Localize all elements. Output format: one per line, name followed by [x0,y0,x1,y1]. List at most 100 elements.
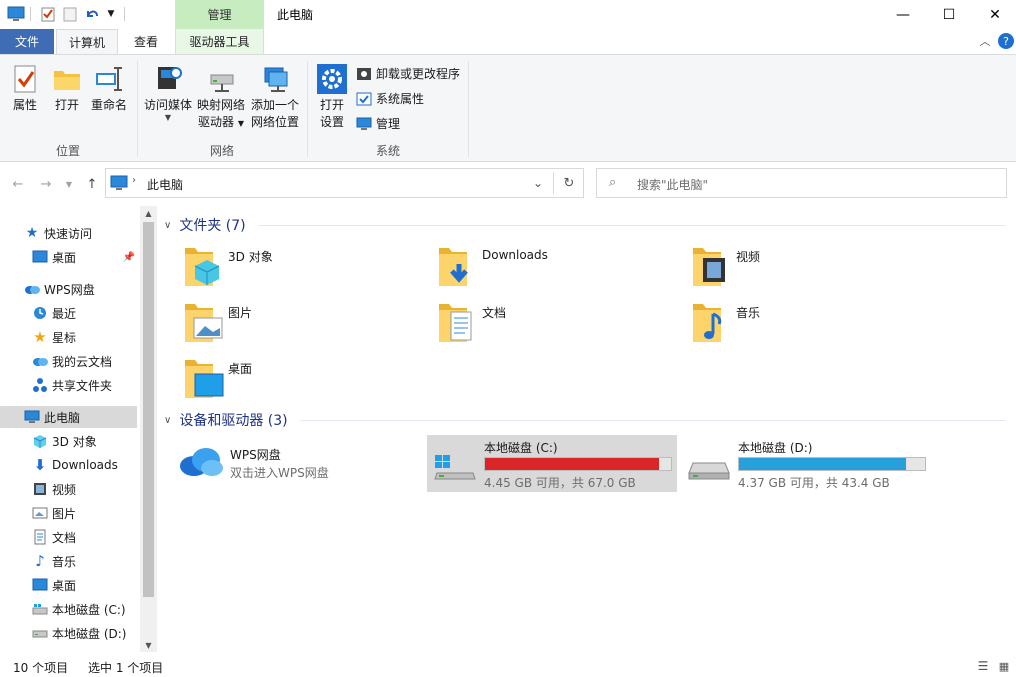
nav-label: 共享文件夹 [52,378,113,393]
open-settings-label-2: 设置 [319,115,344,129]
nav-downloads[interactable]: ⬇ Downloads [0,454,137,476]
folder-documents[interactable]: 文档 [437,298,677,350]
manage-label: 管理 [376,117,401,131]
nav-label: 图片 [52,506,77,521]
window-title: 此电脑 [277,8,314,22]
manage-button[interactable]: 管理 [356,115,400,132]
new-folder-quick-icon[interactable] [60,4,80,24]
nav-shared[interactable]: 共享文件夹 [0,374,137,396]
folders-group-header[interactable]: ∨ 文件夹 (7) [164,215,246,235]
drive-d-tile[interactable]: 本地磁盘 (D:) 4.37 GB 可用，共 43.4 GB [681,435,931,492]
properties-quick-icon[interactable] [38,4,58,24]
nav-3d-objects[interactable]: 3D 对象 [0,430,137,452]
tab-view[interactable]: 查看 [124,29,168,54]
search-icon: ⌕ [609,175,617,190]
nav-music[interactable]: ♪ 音乐 [0,550,137,572]
large-icons-view-icon[interactable]: ▦ [996,659,1012,673]
music-note-icon: ♪ [35,552,45,570]
add-network-location-button[interactable]: 添加一个 网络位置 [248,63,302,131]
refresh-icon[interactable]: ↻ [559,173,579,193]
divider [468,61,469,157]
breadcrumb-this-pc[interactable]: 此电脑 [147,176,183,193]
properties-button[interactable]: 属性 [6,63,44,114]
maximize-button[interactable]: ☐ [926,0,972,29]
pictures-folder-icon [185,304,223,342]
folder-pictures[interactable]: 图片 [183,298,423,350]
tab-file[interactable]: 文件 [0,29,54,54]
breadcrumb-separator-icon[interactable]: › [132,175,136,186]
desktop-icon [32,577,48,593]
drive-c-usage-bar [484,457,672,471]
folder-label: 桌面 [228,362,253,376]
map-drive-label-1: 映射网络 [196,98,245,112]
nav-videos[interactable]: 视频 [0,478,137,500]
nav-this-pc[interactable]: 此电脑 [0,406,137,428]
collapse-chevron-icon[interactable]: ∨ [164,220,171,231]
collapse-chevron-icon[interactable]: ∨ [164,415,171,426]
scroll-up-icon[interactable]: ▲ [140,206,157,220]
nav-drive-c[interactable]: 本地磁盘 (C:) [0,598,137,620]
up-arrow-icon[interactable]: ↑ [82,176,102,192]
devices-group-header[interactable]: ∨ 设备和驱动器 (3) [164,410,288,430]
star-pin-icon: ★ [25,225,39,241]
nav-my-cloud[interactable]: 我的云文档 [0,350,137,372]
clock-icon [32,305,48,321]
system-properties-button[interactable]: 系统属性 [356,90,424,107]
undo-icon[interactable] [82,4,102,24]
minimize-button[interactable]: — [880,0,926,29]
help-icon[interactable]: ? [998,33,1014,49]
customize-quick-access-chevron-icon[interactable]: ▼ [104,4,118,24]
scroll-thumb[interactable] [143,222,154,597]
wps-cloud-drive[interactable]: WPS网盘 双击进入WPS网盘 [176,438,426,494]
address-bar[interactable]: › 此电脑 ⌄ ↻ [105,168,584,198]
nav-label: 此电脑 [44,410,81,425]
address-history-chevron-icon[interactable]: ⌄ [530,173,546,193]
drive-icon [688,462,730,480]
search-input[interactable]: 搜索"此电脑" [637,176,708,193]
folder-label: 视频 [736,250,761,264]
nav-documents[interactable]: 文档 [0,526,137,548]
folder-downloads[interactable]: Downloads [437,242,677,294]
scroll-down-icon[interactable]: ▼ [140,638,157,652]
folder-3d-objects[interactable]: 3D 对象 [183,242,423,294]
tab-drive-tools[interactable]: 驱动器工具 [175,29,264,54]
nav-quick-access[interactable]: ★ 快速访问 [0,222,137,244]
folder-videos[interactable]: 视频 [691,242,931,294]
nav-desktop[interactable]: 桌面 [0,574,137,596]
open-label: 打开 [54,98,79,112]
group-label-location: 位置 [55,144,80,158]
close-button[interactable]: ✕ [972,0,1016,29]
open-button[interactable]: 打开 [48,63,86,114]
nav-starred[interactable]: ★ 星标 [0,326,137,348]
nav-desktop-pinned[interactable]: 桌面 📌 [0,246,137,268]
search-box[interactable]: ⌕ 搜索"此电脑" [596,168,1007,198]
network-drive-icon [210,74,234,92]
group-label-system: 系统 [375,144,400,158]
nav-wps[interactable]: WPS网盘 [0,278,137,300]
uninstall-label: 卸载或更改程序 [376,67,461,81]
recent-locations-chevron-icon[interactable]: ▼ [62,176,76,192]
back-arrow-icon[interactable]: ← [8,176,28,192]
nav-label: Downloads [52,458,118,472]
nav-recent[interactable]: 最近 [0,302,137,324]
pin-icon[interactable]: 📌 [121,249,137,265]
context-tab-manage[interactable]: 管理 [175,0,264,29]
this-pc-icon[interactable] [6,4,26,24]
map-network-drive-button[interactable]: 映射网络 驱动器 ▼ [194,63,248,132]
uninstall-program-button[interactable]: 卸载或更改程序 [356,65,460,82]
nav-pictures[interactable]: 图片 [0,502,137,524]
details-view-icon[interactable]: ☰ [974,659,992,673]
collapse-ribbon-icon[interactable]: ︿ [976,33,994,49]
drive-c-tile[interactable]: 本地磁盘 (C:) 4.45 GB 可用，共 67.0 GB [427,435,677,492]
folder-desktop[interactable]: 桌面 [183,354,423,406]
rename-button[interactable]: 重命名 [88,63,130,114]
open-settings-button[interactable]: 打开 设置 [312,63,352,131]
forward-arrow-icon[interactable]: → [36,176,56,192]
desktop-icon [32,249,48,265]
nav-drive-d[interactable]: 本地磁盘 (D:) [0,622,137,644]
add-location-label-1: 添加一个 [250,98,299,112]
access-media-button[interactable]: 访问媒体 ▼ [142,63,194,122]
tab-computer[interactable]: 计算机 [56,29,118,55]
nav-scrollbar[interactable]: ▲ ▼ [140,206,157,652]
folder-music[interactable]: 音乐 [691,298,931,350]
